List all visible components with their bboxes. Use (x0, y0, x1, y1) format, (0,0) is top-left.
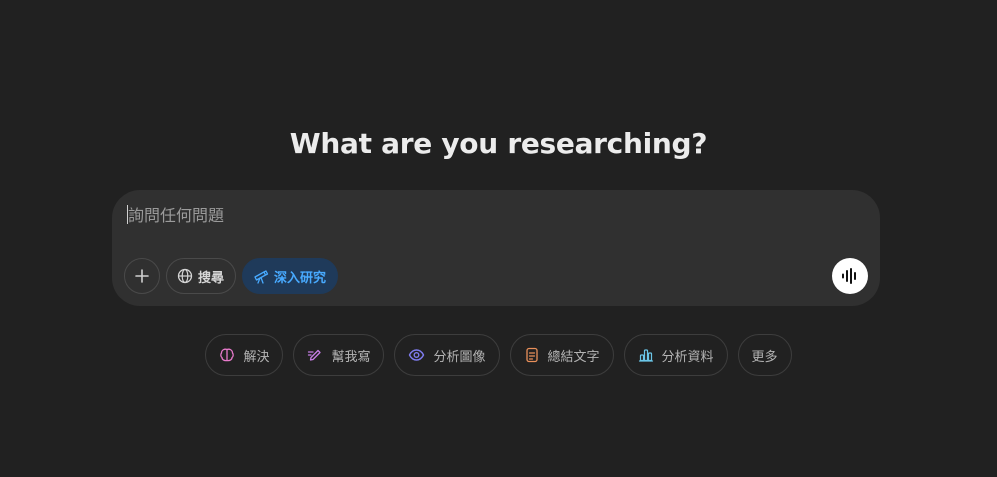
voice-mode-button[interactable] (832, 258, 868, 294)
page-title: What are you researching? (289, 127, 708, 160)
audio-waveform-icon (842, 268, 856, 284)
brain-icon (220, 348, 235, 362)
composer-tools: 搜尋 深入研究 (124, 258, 339, 294)
suggestion-summarize-text-label: 總結文字 (547, 349, 600, 365)
plus-icon (135, 269, 149, 283)
suggestion-analyze-image-label: 分析圖像 (433, 349, 486, 365)
suggestion-solve[interactable]: 解決 (205, 334, 284, 376)
suggestion-help-me-write-label: 幫我寫 (331, 349, 371, 365)
prompt-input[interactable] (128, 202, 828, 228)
suggestion-solve-label: 解決 (243, 349, 270, 365)
suggestion-analyze-data[interactable]: 分析資料 (623, 334, 728, 376)
composer: 搜尋 深入研究 (112, 190, 880, 306)
deep-research-button[interactable]: 深入研究 (242, 258, 339, 294)
telescope-icon (254, 270, 269, 284)
search-button[interactable]: 搜尋 (166, 258, 237, 294)
suggestion-more-label: 更多 (751, 349, 778, 365)
bar-chart-icon (638, 349, 653, 362)
suggestion-more[interactable]: 更多 (737, 334, 792, 376)
search-button-label: 搜尋 (198, 270, 225, 286)
globe-icon (177, 268, 193, 284)
pen-icon (308, 349, 322, 361)
main-stage: What are you researching? 搜尋 (0, 0, 997, 477)
suggestion-analyze-data-label: 分析資料 (661, 349, 714, 365)
suggestion-help-me-write[interactable]: 幫我寫 (293, 334, 385, 376)
add-attachment-button[interactable] (124, 258, 160, 294)
suggestion-chips: 解決 幫我寫 分析圖像 總結文字 分析資料 更多 (0, 334, 997, 376)
document-icon (525, 347, 538, 363)
text-caret (127, 205, 128, 224)
eye-icon (409, 349, 425, 361)
suggestion-analyze-image[interactable]: 分析圖像 (394, 334, 500, 376)
deep-research-button-label: 深入研究 (274, 270, 327, 286)
suggestion-summarize-text[interactable]: 總結文字 (509, 334, 614, 376)
